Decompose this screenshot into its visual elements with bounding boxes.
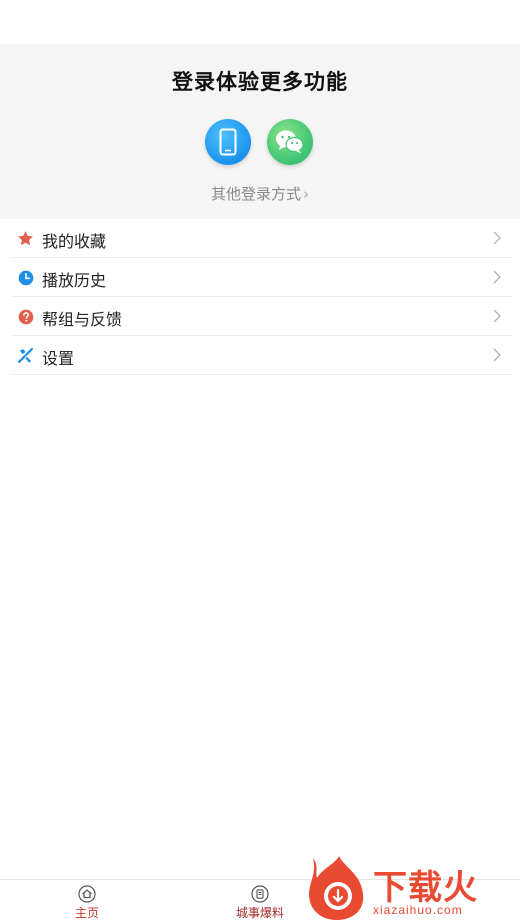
status-bar [0, 0, 520, 44]
help-icon [17, 308, 34, 325]
other-login-link[interactable]: 其他登录方式 › [0, 183, 520, 204]
chevron-right-icon [493, 231, 501, 245]
watermark-subtitle: xiazaihuo.com [373, 903, 463, 917]
clock-icon [17, 269, 34, 286]
tab-city-news[interactable]: 城事爆料 [220, 880, 300, 922]
menu-label-favorites: 我的收藏 [42, 232, 107, 251]
flame-logo-icon [309, 856, 364, 920]
menu-label-history: 播放历史 [42, 271, 107, 290]
menu-item-help[interactable]: 帮组与反馈 [0, 297, 520, 336]
wechat-icon [276, 130, 304, 154]
login-panel: 登录体验更多功能 其他登录方式 › [0, 44, 520, 219]
watermark-title: 下载火 [373, 868, 478, 908]
smartphone-icon [219, 128, 237, 156]
menu-list: 我的收藏 播放历史 帮组与反馈 设置 [0, 219, 520, 375]
menu-item-favorites[interactable]: 我的收藏 [0, 219, 520, 258]
report-icon [251, 885, 269, 903]
watermark-logo: 下载火 xiazaihuo.com [305, 852, 515, 922]
wechat-login-button[interactable] [267, 119, 313, 165]
chevron-right-icon [493, 348, 501, 362]
menu-label-help: 帮组与反馈 [42, 310, 123, 329]
phone-login-button[interactable] [205, 119, 251, 165]
menu-label-settings: 设置 [42, 349, 75, 368]
menu-item-history[interactable]: 播放历史 [0, 258, 520, 297]
chevron-right-icon [493, 309, 501, 323]
chevron-right-icon [493, 270, 501, 284]
login-title: 登录体验更多功能 [172, 70, 348, 94]
tab-home[interactable]: 主页 [47, 880, 127, 922]
home-icon [78, 885, 96, 903]
chevron-right-icon: › [303, 185, 309, 203]
other-login-label: 其他登录方式 [210, 185, 301, 203]
tab-label-city-news: 城事爆料 [235, 906, 284, 920]
star-icon [17, 230, 34, 247]
tab-label-home: 主页 [74, 906, 99, 920]
menu-item-settings[interactable]: 设置 [0, 336, 520, 375]
tools-icon [17, 347, 34, 364]
